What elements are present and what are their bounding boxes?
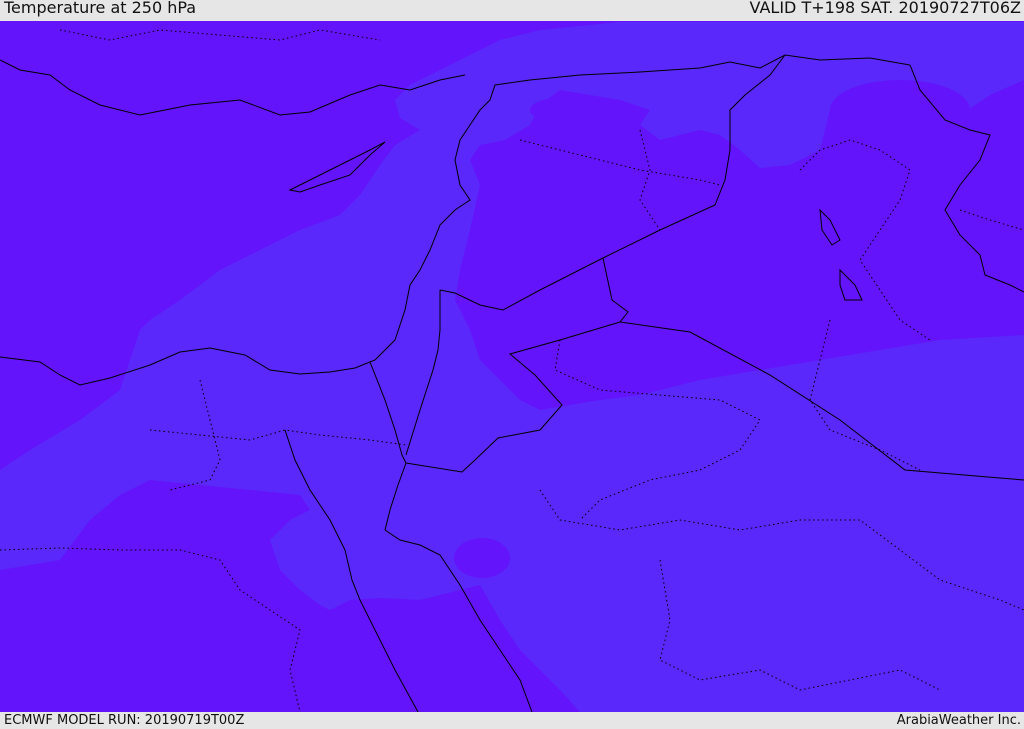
cold-pocket-turkey <box>530 98 590 122</box>
cold-pocket-east <box>830 80 970 140</box>
map-footer: ECMWF MODEL RUN: 20190719T00Z ArabiaWeat… <box>0 712 1024 729</box>
map-header: Temperature at 250 hPa VALID T+198 SAT. … <box>0 0 1024 21</box>
cold-pocket-red-sea <box>454 538 510 578</box>
credit-label: ArabiaWeather Inc. <box>896 713 1021 728</box>
map-title: Temperature at 250 hPa <box>4 0 197 17</box>
model-run-label: ECMWF MODEL RUN: 20190719T00Z <box>4 713 245 728</box>
temperature-map <box>0 21 1024 712</box>
valid-time-label: VALID T+198 SAT. 20190727T06Z <box>749 0 1021 17</box>
